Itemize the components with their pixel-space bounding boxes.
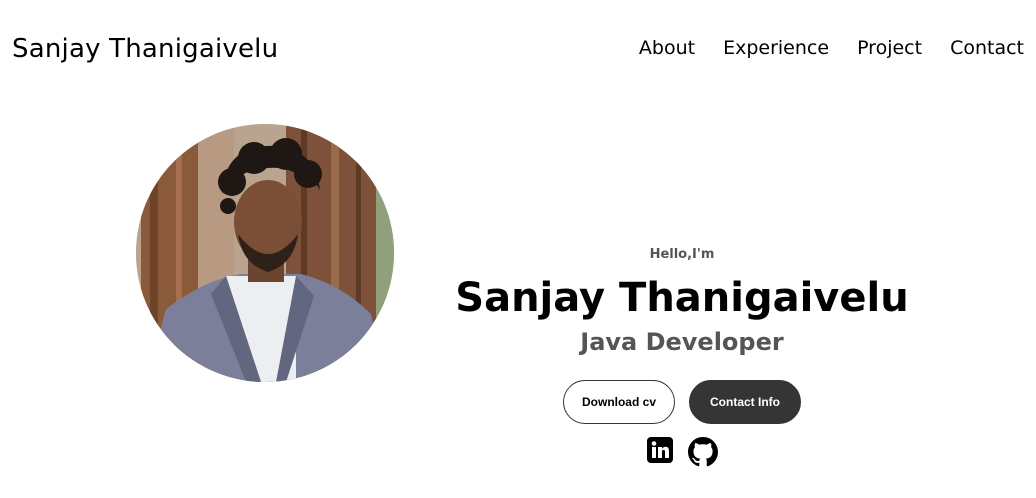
linkedin-icon[interactable] [647, 437, 673, 463]
nav-link-contact[interactable]: Contact [950, 33, 1024, 63]
greeting-text: Hello,I'm [649, 247, 715, 262]
nav-link-experience[interactable]: Experience [723, 33, 829, 63]
job-title: Java Developer [580, 328, 784, 356]
nav-link-about[interactable]: About [639, 33, 695, 63]
portfolio-page: Sanjay Thanigaivelu About Experience Pro… [0, 0, 1036, 498]
hero-section: Hello,I'm Sanjay Thanigaivelu Java Devel… [440, 240, 924, 359]
github-icon[interactable] [688, 437, 718, 467]
contact-info-button[interactable]: Contact Info [689, 380, 801, 424]
download-cv-button[interactable]: Download cv [563, 380, 675, 424]
site-logo[interactable]: Sanjay Thanigaivelu [12, 30, 278, 68]
profile-photo [136, 124, 394, 382]
nav-menu: About Experience Project Contact [639, 33, 1024, 63]
hero-name: Sanjay Thanigaivelu [455, 275, 909, 321]
nav-link-project[interactable]: Project [857, 33, 922, 63]
